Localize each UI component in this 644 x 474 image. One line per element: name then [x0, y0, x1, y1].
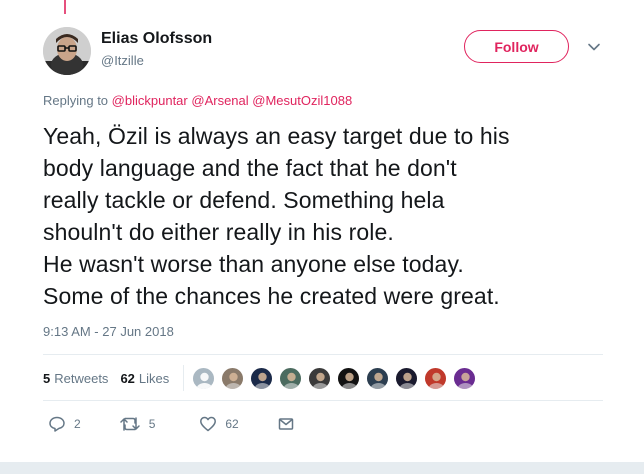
author-name[interactable]: Elias Olofsson [101, 30, 212, 48]
divider [43, 354, 603, 355]
reply-icon [49, 416, 65, 432]
thread-line [64, 0, 66, 14]
user-avatar-icon [283, 372, 300, 389]
like-count: 62 [225, 417, 239, 431]
retweet-button[interactable]: 5 [119, 415, 156, 433]
user-avatar-icon [457, 372, 474, 389]
tweet-text-line: shouln't do either really in his role. [43, 219, 394, 245]
likers-avatars [192, 366, 482, 390]
user-avatar-icon [43, 27, 91, 75]
tweet-text: Yeah, Özil is always an easy target due … [43, 120, 603, 312]
reply-count: 2 [74, 417, 81, 431]
default-avatar-icon [196, 372, 213, 389]
tweet-text-line: Yeah, Özil is always an easy target due … [43, 123, 510, 149]
tweet-text-line: Some of the chances he created were grea… [43, 283, 500, 309]
liker-avatar[interactable] [192, 366, 216, 390]
tweet-header: Elias Olofsson @Itzille Follow [43, 27, 603, 77]
liker-avatar[interactable] [337, 366, 361, 390]
mention-link[interactable]: @Arsenal [191, 93, 248, 108]
stats-separator [183, 365, 185, 391]
envelope-icon [278, 418, 293, 430]
user-avatar-icon [370, 372, 387, 389]
retweets-stat[interactable]: 5 Retweets [43, 371, 108, 386]
liker-avatar[interactable] [395, 366, 419, 390]
chevron-down-icon[interactable] [586, 39, 602, 55]
retweets-label: Retweets [54, 370, 109, 386]
author-handle[interactable]: @Itzille [101, 53, 144, 68]
user-avatar-icon [399, 372, 416, 389]
liker-avatar[interactable] [221, 366, 245, 390]
liker-avatar[interactable] [250, 366, 274, 390]
retweet-count: 5 [148, 417, 156, 431]
liker-avatar[interactable] [424, 366, 448, 390]
tweet-actions: 2 5 62 [43, 414, 295, 434]
reply-button[interactable]: 2 [48, 415, 81, 433]
replying-to: Replying to @blickpuntar @Arsenal @Mesut… [43, 93, 352, 108]
tweet-text-line: body language and the fact that he don't [43, 155, 457, 181]
follow-button[interactable]: Follow [464, 30, 569, 63]
divider [43, 400, 603, 401]
retweet-icon [119, 417, 140, 431]
likes-stat[interactable]: 62 Likes [120, 371, 169, 386]
tweet-text-line: He wasn't worse than anyone else today. [43, 251, 464, 277]
likes-count: 62 [120, 370, 135, 386]
like-button[interactable]: 62 [199, 415, 239, 433]
previous-tweet-remnant [0, 0, 644, 16]
replying-to-prefix: Replying to [43, 93, 109, 108]
likes-label: Likes [138, 370, 170, 386]
bottom-bar [0, 462, 644, 474]
mention-link[interactable]: @MesutOzil1088 [252, 93, 352, 108]
retweets-count: 5 [43, 370, 51, 386]
heart-icon [200, 416, 217, 432]
user-avatar-icon [254, 372, 271, 389]
liker-avatar[interactable] [453, 366, 477, 390]
tweet-timestamp[interactable]: 9:13 AM - 27 Jun 2018 [43, 324, 174, 339]
mention-link[interactable]: @blickpuntar [112, 93, 188, 108]
direct-message-button[interactable] [277, 415, 295, 433]
liker-avatar[interactable] [279, 366, 303, 390]
user-avatar-icon [225, 372, 242, 389]
tweet-stats: 5 Retweets 62 Likes [43, 365, 482, 391]
user-avatar-icon [312, 372, 329, 389]
avatar[interactable] [43, 27, 91, 75]
liker-avatar[interactable] [366, 366, 390, 390]
user-avatar-icon [341, 372, 358, 389]
tweet-text-line: really tackle or defend. Something hela [43, 187, 445, 213]
user-avatar-icon [428, 372, 445, 389]
liker-avatar[interactable] [308, 366, 332, 390]
